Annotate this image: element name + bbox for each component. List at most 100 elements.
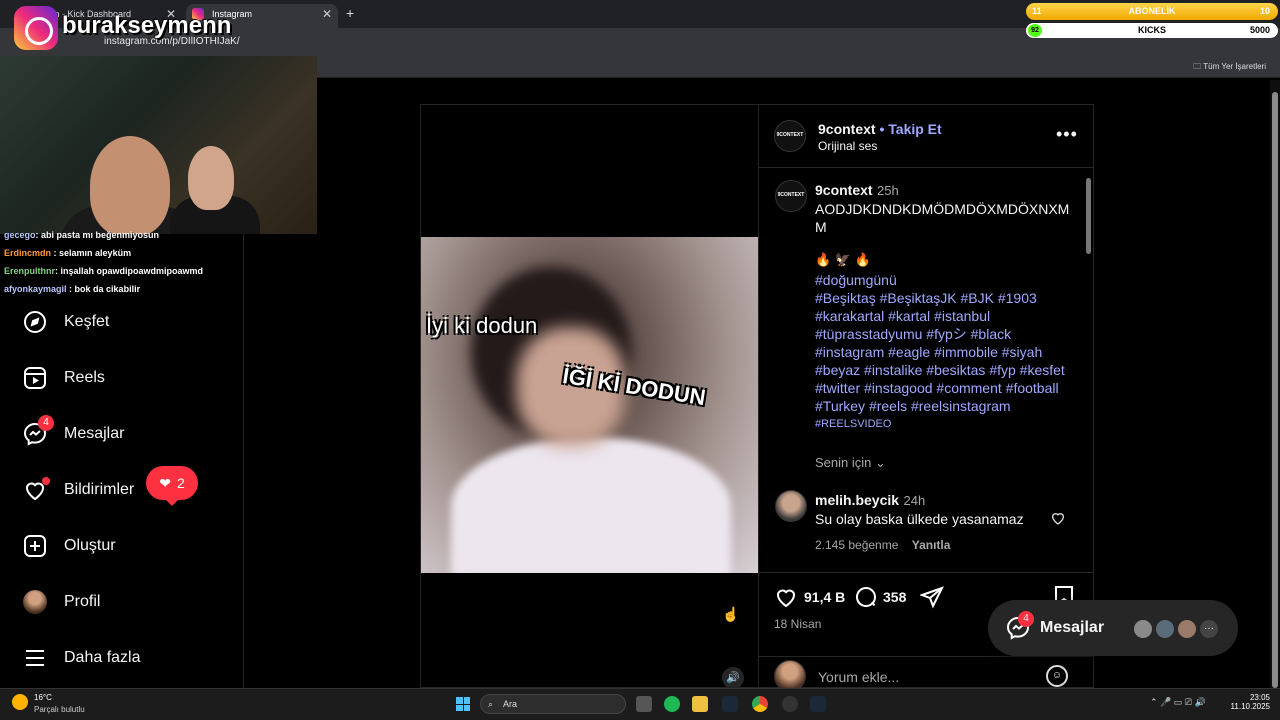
sidebar-item-profile[interactable]: Profil [22,582,100,622]
page-scroll-thumb[interactable] [1272,92,1278,688]
obs-icon[interactable] [782,696,798,712]
hashtag-line[interactable]: #tüprasstadyumu #fypシ #black [815,325,1065,343]
steam-2-icon[interactable] [810,696,826,712]
follow-button[interactable]: Takip Et [888,121,941,137]
comment-time: 24h [903,493,926,508]
comment-input[interactable]: Yorum ekle... [818,669,899,685]
add-comment-row: Yorum ekle... ☺ [758,656,1094,692]
subs-current: 11 [1032,6,1042,16]
author-line: 9context • Takip Et [818,121,942,137]
sidebar-item-more[interactable]: Daha fazla [22,638,141,678]
sidebar-item-notifications[interactable]: Bildirimler [22,470,134,510]
caption-author-avatar[interactable] [775,180,807,212]
compass-icon [22,309,48,335]
hashtag-line[interactable]: #beyaz #instalike #besiktas #fyp #kesfet [815,361,1065,379]
reel-video[interactable] [421,237,758,573]
clock-time: 23:05 [1249,693,1270,702]
weather-desc[interactable]: Parçalı bulutlu [34,705,85,714]
video-caption-1: İyi ki dodun [426,313,538,338]
file-explorer-icon[interactable] [692,696,708,712]
like-count[interactable]: 91,4 B [804,589,845,605]
comment-header: melih.beycik 24h [815,492,925,510]
kicks-label: KICKS [1137,25,1166,35]
spotify-icon[interactable] [664,696,680,712]
chat-text: : bok da cikabilir [69,284,141,294]
hashtag-line[interactable]: #doğumgünü [815,271,1065,289]
guest-head [188,146,234,210]
chevron-down-icon: ⌄ [875,455,886,470]
post-date: 18 Nisan [774,617,822,631]
translation-toggle[interactable]: Senin için ⌄ [815,455,886,471]
weather-temp[interactable]: 16°C [34,693,52,702]
hashtag-line[interactable]: #instagram #eagle #immobile #siyah [815,343,1065,361]
comment-meta: 2.145 beğenme Yanıtla [815,538,950,552]
messages-floating-button[interactable]: 4 Mesajlar ··· [988,600,1238,656]
tray-icons[interactable]: ⌃ 🎤 ▭ ⎚ 🔊 [1150,697,1206,708]
hashtag-list: #doğumgünü #Beşiktaş #BeşiktaşJK #BJK #1… [815,271,1065,433]
kicks-goal: 5000 [1249,25,1270,35]
kicks-current: 92 [1028,24,1042,37]
plus-square-icon [22,533,48,559]
task-view-icon[interactable] [636,696,652,712]
author-name[interactable]: 9context [818,121,876,137]
volume-icon[interactable]: 🔊 [722,667,744,689]
author-avatar[interactable] [774,120,806,152]
chat-message: Erenpulthnr: inşallah opawdipoawdmipoawm… [0,262,317,280]
share-icon[interactable] [919,585,944,614]
streamer-webcam [0,56,317,234]
caption-author[interactable]: 9context [815,182,873,198]
mouse-cursor-icon: ☝ [722,606,740,622]
audio-label[interactable]: Orijinal ses [818,139,877,153]
caption-text: AODJDKDNDKDMÖDMDÖXMDÖXNXM M [815,200,1069,236]
weather-icon[interactable] [12,694,28,710]
all-bookmarks-button[interactable]: 🗀 Tüm Yer İşaretleri [1193,61,1266,75]
hashtag-line[interactable]: #twitter #instagood #comment #football [815,379,1065,397]
kicks-goal-bar: 92 KICKS 5000 [1026,23,1278,38]
caption-line: AODJDKDNDKDMÖDMDÖXMDÖXNXM [815,201,1070,217]
sidebar-item-label: Daha fazla [64,649,141,666]
emoji-icon[interactable]: ☺ [1046,665,1068,687]
new-tab-icon[interactable]: + [346,5,354,21]
comment-user[interactable]: melih.beycik [815,492,899,508]
hashtag-line[interactable]: #Turkey #reels #reelsinstagram [815,397,1065,415]
chat-message: Erdincmdn : selamın aleyküm [0,244,317,262]
comment-like-icon[interactable] [1050,510,1066,531]
sidebar-item-messages[interactable]: 4 Mesajlar [22,414,124,454]
chat-message: gecego: abi pasta mı beğenmiyosun [0,226,317,244]
taskbar-search[interactable]: ⌕ Ara [480,694,626,714]
translation-label: Senin için [815,455,872,470]
more-options-icon[interactable]: ••• [1056,124,1078,145]
menu-icon [22,645,48,671]
taskbar-clock[interactable]: 23:05 11.10.2025 [1226,693,1270,711]
hashtag-line[interactable]: #Beşiktaş #BeşiktaşJK #BJK #1903 [815,289,1065,307]
chat-text: : abi pasta mı beğenmiyosun [35,230,160,240]
sidebar-item-reels[interactable]: Reels [22,358,105,398]
commenter-avatar[interactable] [775,490,807,522]
chat-text: : selamın aleyküm [53,248,132,258]
sidebar-item-create[interactable]: Oluştur [22,526,116,566]
chat-user: afyonkaymagil [4,284,67,294]
hashtag-line[interactable]: #karakartal #kartal #istanbul [815,307,1065,325]
reply-button[interactable]: Yanıtla [912,538,951,552]
heart-icon [22,477,50,503]
conversation-avatar [1132,618,1154,640]
sidebar-item-label: Profil [64,593,101,610]
close-tab-icon[interactable]: ✕ [322,4,332,24]
conversation-avatar [1154,618,1176,640]
like-icon[interactable] [774,585,798,614]
notifications-popup[interactable]: ❤ 2 [146,466,198,506]
hashtag-line[interactable]: #REELSVIDEO [815,415,1065,433]
sidebar-item-explore[interactable]: Keşfet [22,302,109,342]
sidebar-item-label: Oluştur [64,537,116,554]
caption-scroll-thumb[interactable] [1086,178,1091,254]
comment-likes[interactable]: 2.145 beğenme [815,538,898,552]
sidebar-item-label: Mesajlar [64,425,125,442]
comment-count[interactable]: 358 [883,589,906,605]
chat-text: : inşallah opawdipoawdmipoawmd [55,266,204,276]
comment-icon[interactable] [854,585,878,614]
chrome-icon[interactable] [752,696,768,712]
steam-icon[interactable] [722,696,738,712]
chat-user: Erdincmdn [4,248,52,258]
windows-start-icon[interactable] [456,697,470,711]
instagram-sidebar: gecego: abi pasta mı beğenmiyosun Erdinc… [0,230,244,688]
